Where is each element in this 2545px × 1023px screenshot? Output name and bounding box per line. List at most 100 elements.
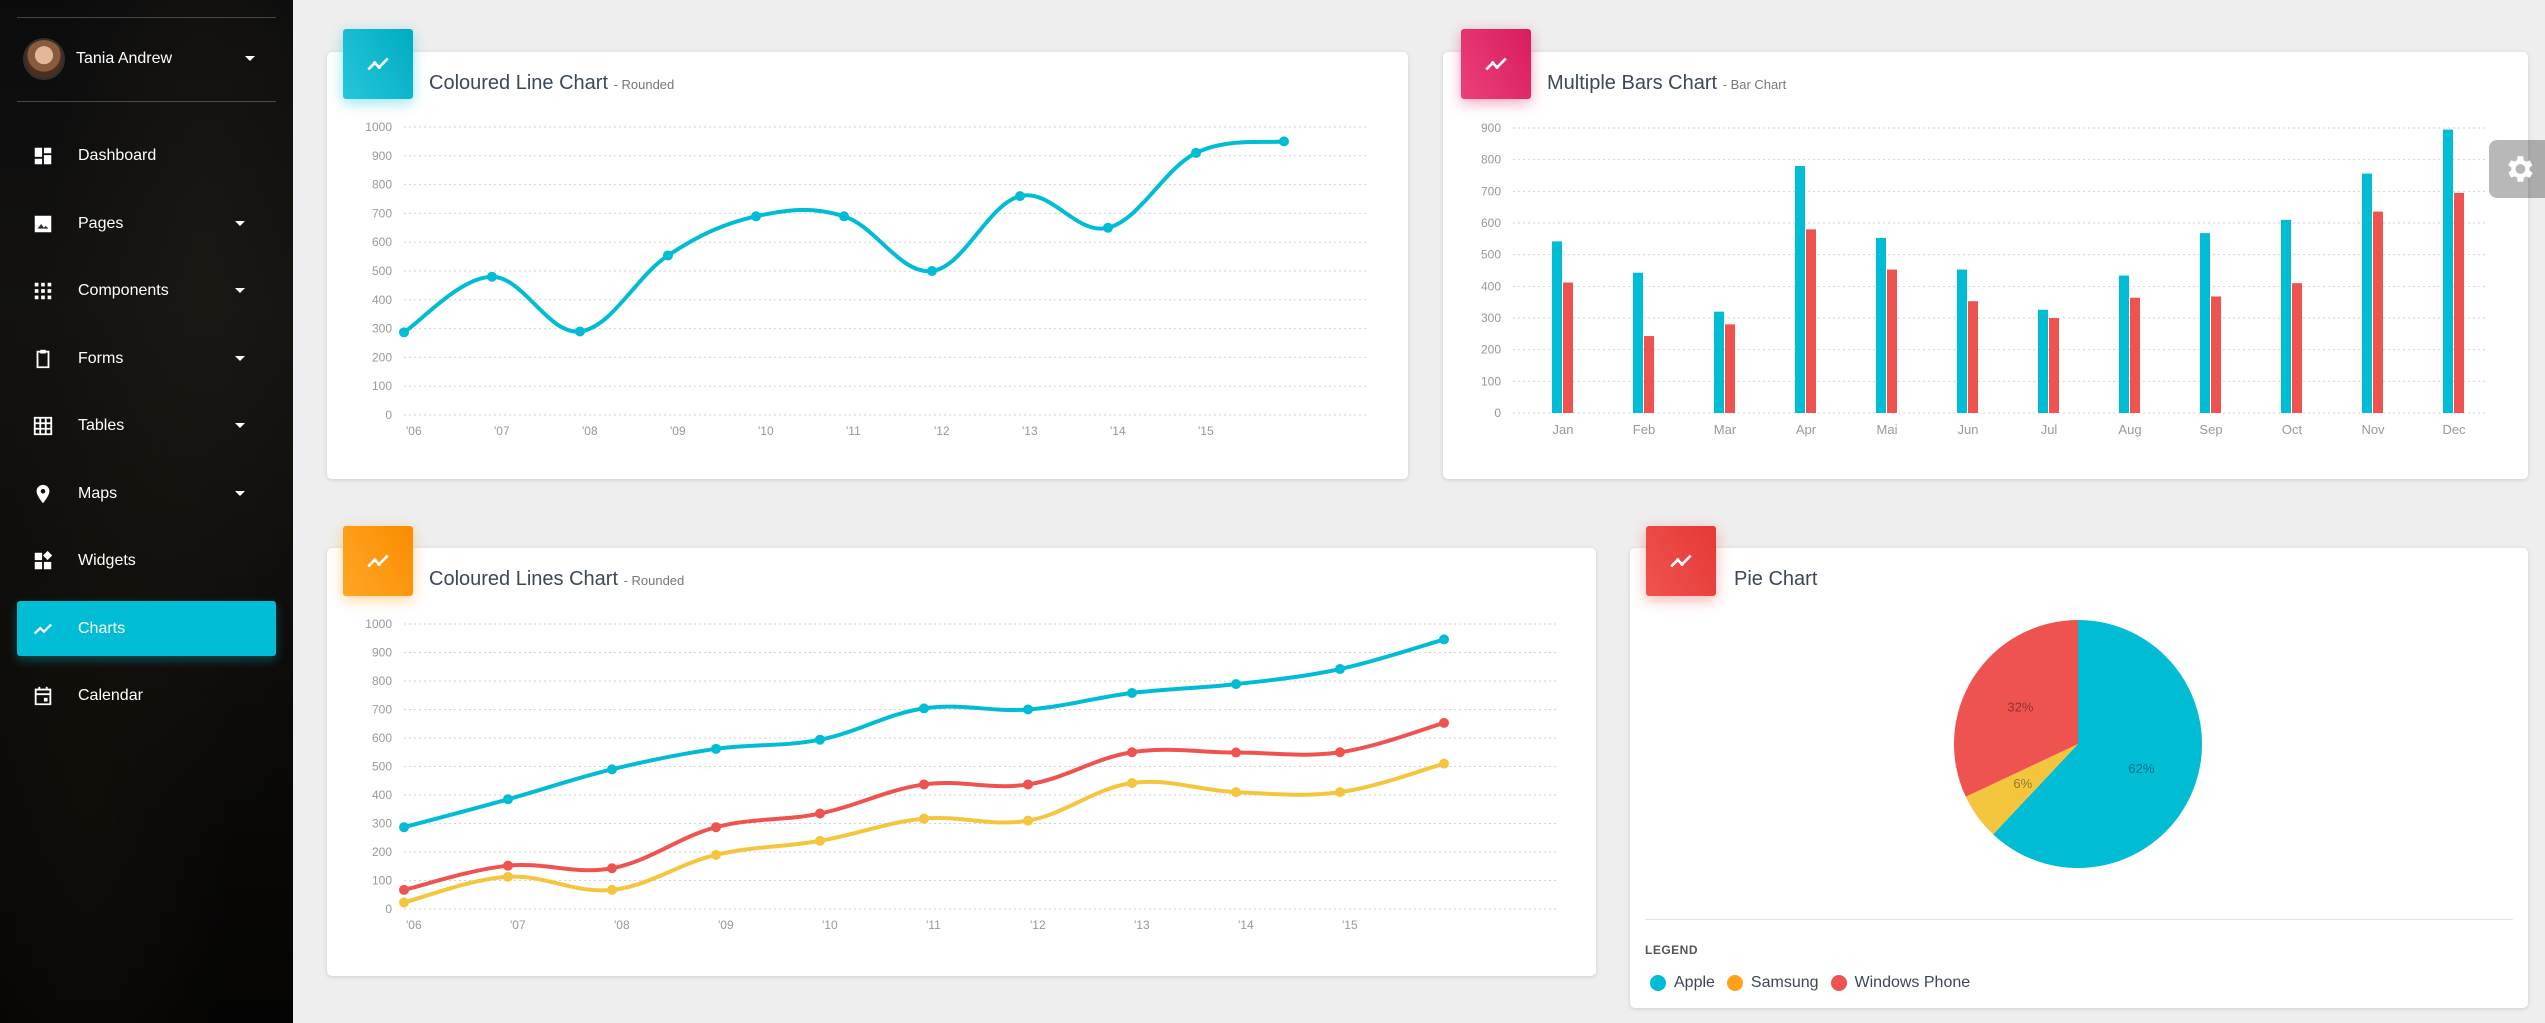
slice-label: 6% [2013, 776, 2032, 791]
y-tick-label: 700 [372, 206, 392, 220]
sidebar-item-forms[interactable]: Forms [17, 331, 276, 386]
sidebar-item-label: Pages [78, 215, 124, 232]
x-tick-label: Dec [2442, 422, 2466, 437]
y-tick-label: 400 [1481, 279, 1501, 293]
data-point [1335, 664, 1345, 675]
grid-icon [33, 416, 53, 436]
data-point [399, 884, 409, 895]
y-tick-label: 600 [1481, 216, 1501, 230]
x-tick-label: '15 [1342, 918, 1358, 932]
y-tick-label: 700 [1481, 184, 1501, 198]
bar [1968, 301, 1978, 413]
slice-label: 32% [2007, 699, 2033, 714]
y-tick-label: 500 [1481, 248, 1501, 262]
data-point [815, 734, 825, 745]
data-point [711, 822, 721, 833]
x-tick-label: Mai [1877, 422, 1898, 437]
y-tick-label: 1000 [365, 120, 392, 134]
sidebar-item-tables[interactable]: Tables [17, 398, 276, 453]
user-name: Tania Andrew [76, 50, 173, 67]
dashboard-icon [34, 147, 52, 165]
data-point [1191, 147, 1201, 158]
data-point [663, 250, 673, 261]
settings-button[interactable] [2489, 140, 2545, 198]
x-tick-label: Sep [2199, 422, 2222, 437]
timeline-icon [1461, 29, 1531, 99]
bar [1806, 229, 1816, 413]
sidebar-item-widgets[interactable]: Widgets [17, 533, 276, 588]
x-tick-label: '10 [758, 424, 774, 438]
y-tick-label: 600 [372, 235, 392, 249]
sidebar-item-calendar[interactable]: Calendar [17, 668, 276, 723]
data-point [1103, 222, 1113, 233]
data-point [399, 897, 409, 908]
clipboard-icon [36, 349, 50, 369]
x-tick-label: Oct [2282, 422, 2303, 437]
sidebar-item-pages[interactable]: Pages [17, 196, 276, 251]
data-point [1439, 634, 1449, 645]
bar [2049, 318, 2059, 413]
y-tick-label: 400 [372, 293, 392, 307]
data-point [1231, 787, 1241, 798]
y-tick-label: 100 [372, 379, 392, 393]
multi-line-chart: 0 100 200 300 400 500 600 700 800 900 1000 '06 '07 '0… [365, 617, 1557, 932]
bar [2200, 233, 2210, 413]
y-tick-label: 800 [372, 178, 392, 192]
bar [1725, 324, 1735, 413]
sidebar-item-components[interactable]: Components [17, 263, 276, 318]
sidebar-item-label: Calendar [78, 687, 143, 704]
user-menu[interactable]: Tania Andrew [25, 38, 275, 80]
legend-item-samsung: Samsung [1726, 974, 1819, 992]
series-line [402, 139, 1285, 335]
sidebar-item-maps[interactable]: Maps [17, 466, 276, 521]
y-tick-label: 0 [1494, 406, 1501, 420]
bar [2130, 297, 2140, 413]
pie-chart-card: Pie Chart 62% 6% 32% LEGEND Apple Samsung … [1630, 548, 2528, 1008]
y-tick-label: 900 [1481, 121, 1501, 135]
x-tick-label: Mar [1714, 422, 1737, 437]
y-tick-label: 600 [372, 731, 392, 745]
place-icon [36, 484, 50, 504]
bar [1552, 241, 1562, 413]
x-tick-label: '08 [614, 918, 630, 932]
sidebar-divider [17, 17, 276, 18]
bar [2454, 192, 2464, 413]
timeline-icon [343, 29, 413, 99]
bar [2211, 296, 2221, 413]
data-point [1335, 747, 1345, 758]
x-tick-label: '15 [1198, 424, 1214, 438]
calendar-icon [34, 686, 52, 706]
legend-dot [1726, 975, 1743, 991]
legend-title: LEGEND [1645, 943, 1699, 957]
data-point [815, 808, 825, 819]
data-point [503, 794, 513, 805]
x-tick-label: '14 [1110, 424, 1126, 438]
data-point [815, 835, 825, 846]
bar [2038, 309, 2048, 413]
legend-label: Apple [1674, 974, 1715, 991]
bar-chart: 0 100 200 300 400 500 600 700 800 900 Jan Feb Mar Apr… [1481, 121, 2488, 437]
sidebar-item-charts[interactable]: Charts [17, 601, 276, 656]
data-point [1439, 758, 1449, 769]
sidebar: Tania Andrew Dashboard Pages Components For… [0, 0, 293, 1023]
bar [2373, 211, 2383, 413]
y-tick-label: 900 [372, 646, 392, 660]
chevron-down-icon [235, 423, 245, 428]
x-tick-label: '07 [494, 424, 510, 438]
x-tick-label: '06 [406, 918, 422, 932]
x-tick-label: '12 [1030, 918, 1046, 932]
sidebar-item-dashboard[interactable]: Dashboard [17, 128, 276, 183]
data-point [751, 211, 761, 222]
slice-label: 62% [2128, 761, 2154, 776]
series-line [403, 637, 1445, 830]
line-chart-card: Coloured Line Chart - Rounded 0 100 200 300… [327, 52, 1408, 479]
gear-icon [2508, 156, 2533, 182]
bar [2119, 275, 2129, 413]
x-tick-label: Feb [1633, 422, 1655, 437]
data-point [1279, 136, 1289, 147]
x-tick-label: Jun [1958, 422, 1979, 437]
apps-icon [34, 282, 52, 300]
chevron-down-icon [235, 491, 245, 496]
y-tick-label: 1000 [365, 617, 392, 631]
widgets-icon [34, 550, 53, 570]
